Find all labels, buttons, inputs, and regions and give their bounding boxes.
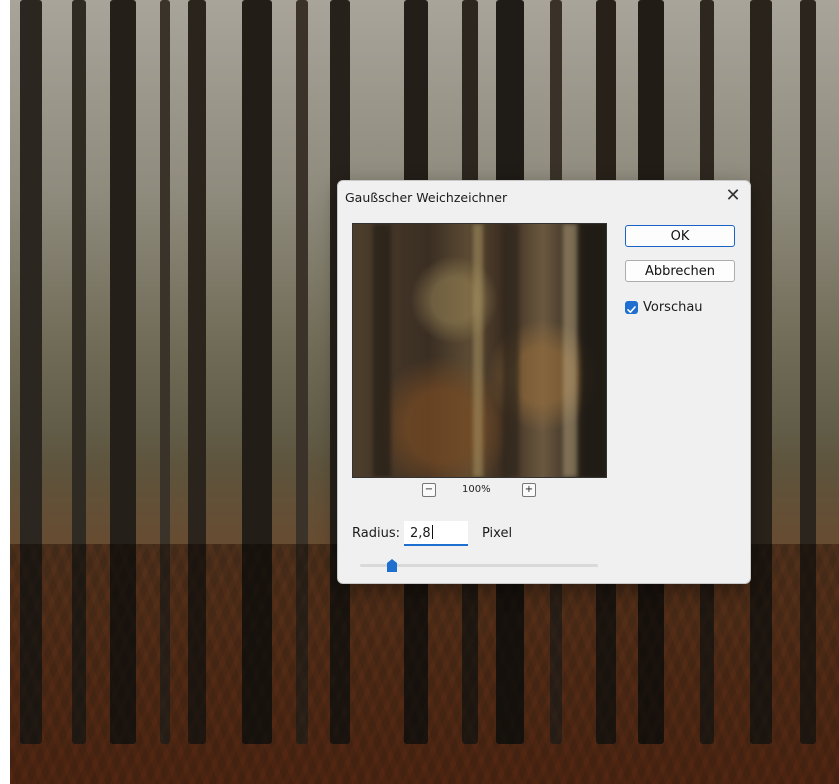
radius-slider[interactable]: [360, 559, 598, 572]
preview-image[interactable]: [352, 223, 607, 478]
cancel-button[interactable]: Abbrechen: [625, 260, 735, 282]
zoom-in-button[interactable]: +: [522, 483, 536, 497]
radius-value: 2,8: [410, 526, 431, 541]
close-icon[interactable]: ✕: [722, 185, 744, 207]
preview-checkbox-label: Vorschau: [643, 300, 703, 315]
gaussian-blur-dialog: Gaußscher Weichzeichner ✕ − 100% + Radiu…: [337, 180, 751, 584]
dialog-title: Gaußscher Weichzeichner: [345, 190, 508, 205]
zoom-level: 100%: [462, 484, 491, 495]
checkmark-icon[interactable]: [625, 301, 638, 314]
zoom-controls: − 100% +: [422, 483, 536, 499]
zoom-out-button[interactable]: −: [422, 483, 436, 497]
radius-label: Radius:: [352, 526, 400, 541]
slider-thumb-icon[interactable]: [387, 559, 397, 572]
radius-input[interactable]: 2,8: [404, 521, 468, 546]
ok-button[interactable]: OK: [625, 225, 735, 247]
window-edge: [0, 0, 10, 784]
radius-unit-label: Pixel: [482, 526, 513, 541]
